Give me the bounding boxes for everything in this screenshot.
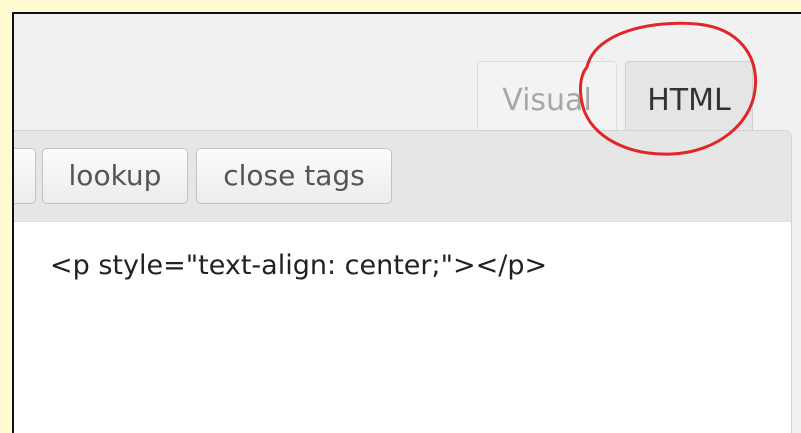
tab-html[interactable]: HTML	[625, 61, 753, 141]
editor-frame: Visual HTML lookup close tags <p style="…	[12, 12, 801, 433]
html-editor-textarea[interactable]: <p style="text-align: center;"></p>	[14, 221, 792, 433]
close-tags-button[interactable]: close tags	[196, 148, 392, 204]
partial-toolbar-button[interactable]	[14, 148, 36, 204]
tab-visual[interactable]: Visual	[477, 61, 617, 141]
quicktags-toolbar: lookup close tags	[14, 130, 792, 222]
lookup-button[interactable]: lookup	[42, 148, 188, 204]
